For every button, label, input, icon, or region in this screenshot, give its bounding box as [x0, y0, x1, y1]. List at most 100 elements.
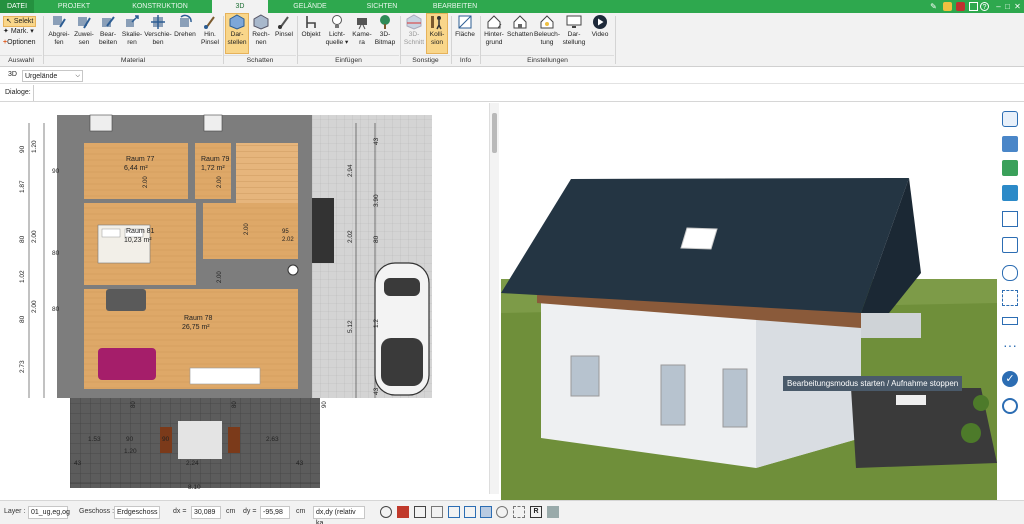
plan-scrollbar[interactable]: [489, 103, 499, 494]
layers-icon[interactable]: [1002, 237, 1018, 253]
sideboard: [189, 367, 261, 385]
puzzle-icon[interactable]: [1002, 265, 1018, 281]
gear-icon[interactable]: [1002, 398, 1018, 414]
beleuchtung-button[interactable]: Beleuch-tung: [534, 14, 560, 47]
ribbon: ↖ Selekt ✦ Mark. ▾ +Optionen Auswahl Abg…: [0, 13, 1024, 67]
furniture-catalog-icon[interactable]: [1002, 111, 1018, 127]
layer-label: Layer :: [4, 508, 26, 515]
folder-icon[interactable]: [943, 2, 952, 11]
circle-tool-icon[interactable]: [496, 506, 508, 518]
darstellung-button[interactable]: Dar-stellung: [560, 14, 588, 47]
scroll-thumb[interactable]: [492, 113, 497, 153]
schnitt-button[interactable]: 3D- Schnitt: [402, 14, 426, 47]
tab-datei[interactable]: DATEI: [0, 0, 34, 13]
tab-3d[interactable]: 3D: [212, 0, 268, 13]
kamera-button[interactable]: Kame-ra: [351, 14, 373, 47]
floor-plan-canvas[interactable]: Raum 77 6,44 m² Raum 79 1,72 m² Raum 81 …: [0, 103, 489, 494]
mark-button[interactable]: ✦ Mark. ▾: [3, 27, 34, 36]
hinpinsel-button[interactable]: Hin. Pinsel: [198, 14, 222, 47]
dim-label: 90: [52, 168, 60, 175]
bearbeiten-button[interactable]: Bear-beiten: [96, 14, 120, 47]
floor-select[interactable]: Erdgeschoss: [114, 506, 160, 519]
door-dim: 2.00: [217, 176, 223, 188]
grid-snap-icon[interactable]: [431, 506, 443, 518]
room-78-area: 26,75 m²: [182, 324, 210, 331]
minimize-icon[interactable]: –: [994, 2, 1003, 11]
info-icon[interactable]: [547, 506, 559, 518]
dx-input[interactable]: 30,089: [191, 506, 221, 519]
edit-mode-check-icon[interactable]: ✓: [1002, 371, 1018, 387]
app-window: DATEI PROJEKT KONSTRUKTION 3D GELÄNDE SI…: [0, 0, 1024, 524]
save-icon[interactable]: [969, 2, 978, 11]
3d-view[interactable]: [501, 103, 997, 500]
plants-icon[interactable]: [1002, 160, 1018, 176]
tab-projekt[interactable]: PROJEKT: [48, 0, 100, 13]
restore-icon[interactable]: □: [1003, 2, 1012, 11]
bookmark-icon[interactable]: [956, 2, 965, 11]
rechnen-button[interactable]: Rech-nen: [249, 14, 273, 47]
layer-view-icon[interactable]: [480, 506, 492, 518]
dim-label: 90: [19, 145, 26, 153]
coord-mode-select[interactable]: dx,dy (relativ ka: [313, 506, 365, 524]
drehen-button[interactable]: Drehen: [172, 14, 198, 39]
zuweisen-button[interactable]: Zuwei-sen: [72, 14, 96, 47]
dy-unit: cm: [296, 508, 306, 515]
monitor-icon[interactable]: [414, 506, 426, 518]
dim-label: 1.87: [19, 180, 26, 193]
bitmap-button[interactable]: 3D- Bitmap: [373, 14, 397, 47]
angle-snap-icon[interactable]: [464, 506, 476, 518]
close-icon[interactable]: ✕: [1013, 2, 1022, 11]
3d-canvas[interactable]: [501, 103, 997, 500]
car-top-view: [374, 262, 430, 396]
darstellen-button[interactable]: Dar-stellen: [225, 13, 249, 54]
tab-sichten[interactable]: SICHTEN: [356, 0, 408, 13]
dim-label: 90: [162, 436, 170, 443]
room-78-name: Raum 78: [184, 315, 213, 322]
hintergrund-button[interactable]: Hinter-grund: [482, 14, 506, 47]
window-panel-icon[interactable]: [1002, 211, 1018, 227]
schatten-settings-button[interactable]: Schatten: [506, 14, 534, 39]
trees-icon[interactable]: [1002, 185, 1018, 201]
layer-select[interactable]: 01_ug,eg,og: [28, 506, 70, 519]
pinsel-button[interactable]: Pinsel: [273, 14, 295, 39]
dim-label: 1.20: [31, 140, 38, 153]
door-dim: 2.00: [244, 223, 250, 235]
dy-input[interactable]: -95,98: [260, 506, 290, 519]
selection-icon[interactable]: [1002, 290, 1018, 306]
record-icon[interactable]: [397, 506, 409, 518]
video-button[interactable]: Video: [588, 14, 612, 39]
select-button[interactable]: ↖ Selekt: [3, 16, 37, 27]
kollision-button[interactable]: Kolli-sion: [426, 13, 448, 54]
line-snap-icon[interactable]: [448, 506, 460, 518]
floor-plan-view[interactable]: Raum 77 6,44 m² Raum 79 1,72 m² Raum 81 …: [0, 103, 489, 494]
lightbulb-icon: [332, 15, 342, 28]
tab-bearbeiten[interactable]: BEARBEITEN: [424, 0, 486, 13]
sofa: [98, 348, 156, 380]
options-button[interactable]: +Optionen: [3, 38, 36, 47]
lichtquelle-button[interactable]: Licht-quelle ▾: [323, 14, 351, 47]
3d-objects-icon[interactable]: [1002, 136, 1018, 152]
terrain-select[interactable]: Urgelände ⌵: [22, 70, 83, 82]
roof-window: [680, 227, 718, 250]
abgreifen-button[interactable]: Abgrei-fen: [46, 14, 72, 47]
objekt-button[interactable]: Objekt: [299, 14, 323, 39]
group-schatten: Schatten: [224, 55, 296, 65]
door-dim: 80: [131, 401, 137, 408]
grid-icon[interactable]: [513, 506, 525, 518]
tab-konstruktion[interactable]: KONSTRUKTION: [120, 0, 200, 13]
more-icon[interactable]: ···: [1002, 338, 1018, 357]
brush-icon: [78, 17, 91, 29]
clock-icon[interactable]: [380, 506, 392, 518]
ruler-icon[interactable]: [1002, 317, 1018, 325]
dialog-toolbar: Dialoge:: [0, 85, 1024, 102]
dim-label: 43: [373, 137, 380, 145]
edit-material-icon: [102, 16, 115, 27]
tab-gelaende[interactable]: GELÄNDE: [282, 0, 338, 13]
verschieben-button[interactable]: Verschie-ben: [144, 14, 172, 47]
scale-icon: [126, 15, 139, 27]
r-icon[interactable]: R: [530, 506, 542, 518]
help-icon[interactable]: ?: [980, 2, 989, 11]
skalieren-button[interactable]: Skalie-ren: [120, 14, 144, 47]
pen-icon[interactable]: ✎: [929, 2, 938, 11]
flaeche-button[interactable]: Fläche: [453, 14, 477, 39]
